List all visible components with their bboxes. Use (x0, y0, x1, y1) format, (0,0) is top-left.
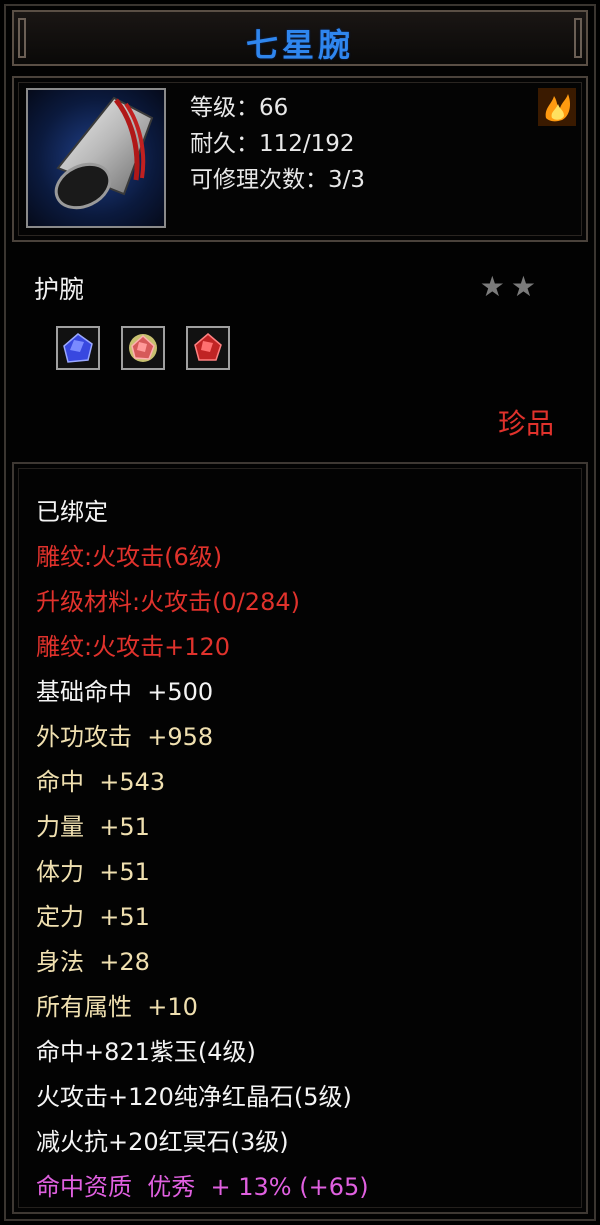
attribute-row: 命中资质 优秀 + 13% (+65) (36, 1173, 369, 1201)
item-header: 等级：66 耐久：112/192 可修理次数：3/3 (12, 76, 588, 242)
attribute-row: 雕纹:火攻击(6级) (36, 543, 223, 571)
star-rating: ★★ (479, 270, 542, 303)
item-type-label: 护腕 (34, 275, 85, 304)
attribute-row: 减火抗+20红冥石(3级) (36, 1128, 289, 1156)
attribute-row: 外功攻击 +958 (36, 723, 214, 751)
attribute-row: 命中 +543 (36, 768, 166, 796)
durability-text: 耐久：112/192 (190, 131, 355, 157)
bracer-icon (26, 88, 166, 228)
attribute-row: 定力 +51 (36, 903, 150, 931)
gem-slots (56, 326, 246, 370)
attribute-list: 已绑定雕纹:火攻击(6级) 升级材料:火攻击(0/284) 雕纹:火攻击+120 基础… (36, 490, 369, 1210)
attribute-row: 力量 +51 (36, 813, 150, 841)
attribute-row: 身法 +28 (36, 948, 150, 976)
purple-gem-icon (56, 326, 100, 370)
attribute-row: 基础命中 +500 (36, 678, 214, 706)
rarity-label: 珍品 (497, 407, 554, 440)
attribute-row: 已绑定 (36, 498, 108, 526)
red-gem-icon (186, 326, 231, 370)
attribute-row: 所有属性 +10 (36, 993, 198, 1021)
attribute-row: 火攻击+120纯净红晶石(5级) (36, 1083, 352, 1111)
item-summary: 护腕 ★★ 珍品 (12, 252, 588, 457)
title-bar: 七星腕 (12, 10, 588, 66)
level-text: 等级：66 (190, 95, 289, 121)
attribute-panel: 已绑定雕纹:火攻击(6级) 升级材料:火攻击(0/284) 雕纹:火攻击+120 基础… (12, 462, 588, 1214)
item-title: 七星腕 (245, 26, 354, 64)
attribute-row: 升级材料:火攻击(0/284) (36, 588, 300, 616)
attribute-row: 雕纹:火攻击+120 (36, 633, 231, 661)
attribute-row: 体力 +51 (36, 858, 150, 886)
item-stats: 等级：66 耐久：112/192 可修理次数：3/3 (190, 90, 365, 198)
attribute-row: 命中+821紫玉(4级) (36, 1038, 256, 1066)
jade-gem-icon (121, 326, 166, 370)
repair-count-text: 可修理次数：3/3 (190, 167, 366, 193)
fire-icon (538, 88, 576, 126)
